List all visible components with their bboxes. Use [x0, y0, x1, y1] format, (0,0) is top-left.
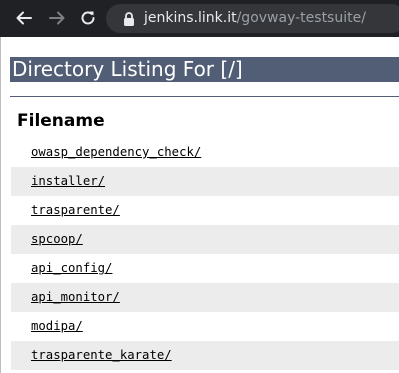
- file-link[interactable]: api_monitor/: [31, 290, 120, 305]
- file-list: owasp_dependency_check/ installer/ trasp…: [11, 138, 399, 370]
- arrow-right-icon: [49, 11, 65, 25]
- page-title: Directory Listing For [/]: [10, 57, 399, 82]
- table-row: modipa/: [11, 312, 399, 341]
- file-link[interactable]: installer/: [31, 174, 105, 189]
- table-row: api_monitor/: [11, 283, 399, 312]
- page-border: [0, 37, 1, 373]
- file-link[interactable]: trasparente_karate/: [31, 348, 172, 363]
- url-path: /govway-testsuite/: [236, 10, 366, 26]
- table-row: trasparente/: [11, 196, 399, 225]
- browser-toolbar: jenkins.link.it/govway-testsuite/: [0, 0, 399, 37]
- url-text: jenkins.link.it/govway-testsuite/: [144, 10, 366, 27]
- divider: [10, 96, 399, 97]
- table-row: spcoop/: [11, 225, 399, 254]
- lock-icon: [124, 12, 134, 26]
- arrow-left-icon: [16, 11, 32, 25]
- table-row: api_config/: [11, 254, 399, 283]
- filename-column-header: Filename: [17, 111, 105, 131]
- reload-icon: [81, 11, 95, 25]
- table-row: installer/: [11, 167, 399, 196]
- file-link[interactable]: spcoop/: [31, 232, 83, 247]
- file-link[interactable]: modipa/: [31, 319, 83, 334]
- address-bar[interactable]: jenkins.link.it/govway-testsuite/: [106, 4, 399, 33]
- url-host: jenkins.link.it: [144, 10, 237, 26]
- reload-button[interactable]: [76, 6, 100, 30]
- forward-button[interactable]: [45, 6, 69, 30]
- table-row: trasparente_karate/: [11, 341, 399, 370]
- table-row: owasp_dependency_check/: [11, 138, 399, 167]
- file-link[interactable]: api_config/: [31, 261, 112, 276]
- back-button[interactable]: [12, 6, 36, 30]
- file-link[interactable]: owasp_dependency_check/: [31, 145, 201, 160]
- page-content: Directory Listing For [/] Filename owasp…: [0, 37, 399, 373]
- file-link[interactable]: trasparente/: [31, 203, 120, 218]
